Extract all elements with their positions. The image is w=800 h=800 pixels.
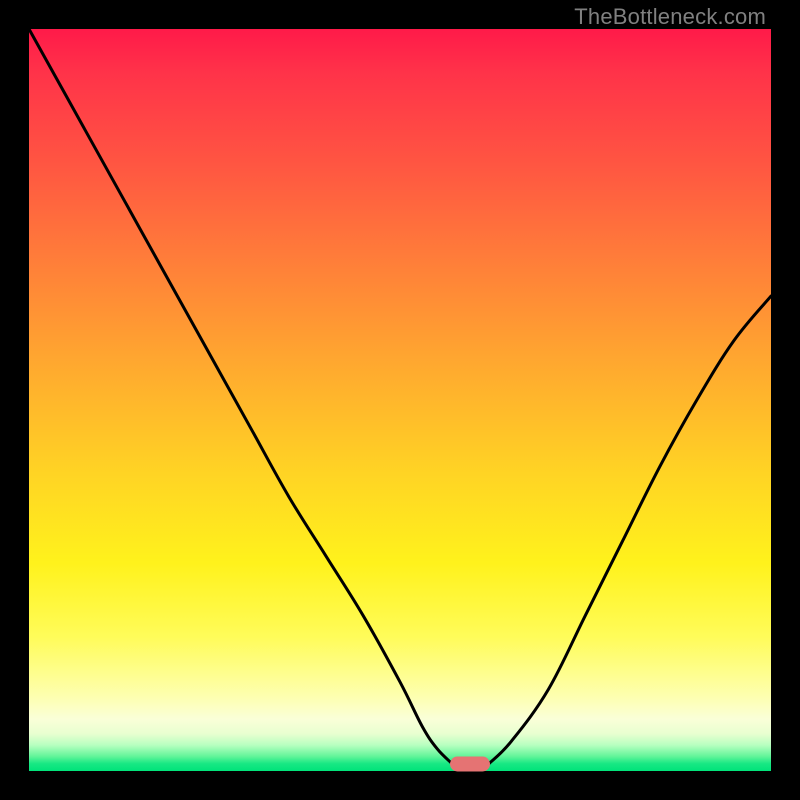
curve-left-branch — [29, 29, 452, 764]
bottleneck-curve — [29, 29, 771, 771]
curve-right-branch — [489, 296, 771, 763]
watermark-text: TheBottleneck.com — [574, 4, 766, 30]
optimal-marker — [450, 756, 490, 771]
plot-area — [29, 29, 771, 771]
chart-frame: TheBottleneck.com — [0, 0, 800, 800]
